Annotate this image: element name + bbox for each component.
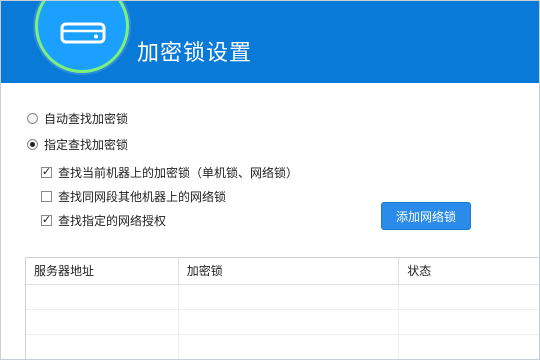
table-cell	[399, 335, 539, 359]
add-network-lock-button[interactable]: 添加网络锁	[381, 202, 471, 230]
table-cell	[399, 310, 539, 335]
table-header: 服务器地址 加密锁 状态	[26, 258, 539, 285]
auto-search-label: 自动查找加密锁	[44, 112, 129, 126]
table-cell	[399, 285, 539, 310]
specified-search-label: 指定查找加密锁	[44, 138, 129, 152]
search-specified-license-label: 查找指定的网络授权	[58, 214, 167, 228]
table-row[interactable]	[26, 285, 539, 310]
auto-search-radio[interactable]: 自动查找加密锁	[27, 110, 128, 127]
checkbox-checked[interactable]	[41, 213, 52, 226]
device-icon	[60, 22, 106, 44]
search-specified-license-checkbox[interactable]: 查找指定的网络授权	[41, 212, 166, 229]
checkbox-unchecked[interactable]	[41, 191, 52, 202]
table-cell	[26, 310, 179, 335]
lock-settings-window: 加密锁设置 自动查找加密锁 指定查找加密锁 查找当前机器上的加密锁（单机锁、网络…	[0, 0, 540, 360]
lock-server-table: 服务器地址 加密锁 状态	[25, 257, 539, 359]
column-header-status[interactable]: 状态	[399, 258, 539, 285]
search-local-label: 查找当前机器上的加密锁（单机锁、网络锁）	[58, 166, 299, 180]
column-header-server-address[interactable]: 服务器地址	[26, 258, 179, 285]
specified-search-radio[interactable]: 指定查找加密锁	[27, 136, 128, 153]
table-cell	[26, 335, 179, 359]
checkbox-checked[interactable]	[41, 165, 52, 178]
search-subnet-label: 查找同网段其他机器上的网络锁	[58, 190, 227, 204]
radio-button-selected[interactable]	[27, 139, 38, 150]
radio-button[interactable]	[27, 113, 38, 124]
table-cell	[179, 335, 400, 359]
table-cell	[179, 310, 400, 335]
search-local-checkbox[interactable]: 查找当前机器上的加密锁（单机锁、网络锁）	[41, 164, 298, 181]
header-icon-badge	[35, 1, 129, 73]
table-row[interactable]	[26, 335, 539, 359]
page-title: 加密锁设置	[137, 41, 253, 66]
table-cell	[179, 285, 400, 310]
table-cell	[26, 285, 179, 310]
search-subnet-checkbox[interactable]: 查找同网段其他机器上的网络锁	[41, 188, 226, 205]
table-row[interactable]	[26, 310, 539, 335]
header-banner: 加密锁设置	[1, 1, 539, 83]
column-header-lock[interactable]: 加密锁	[179, 258, 400, 285]
